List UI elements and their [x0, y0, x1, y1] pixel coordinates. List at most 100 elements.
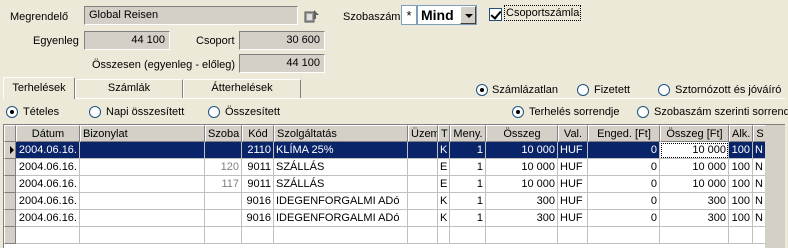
- cell-meny[interactable]: 1: [450, 176, 486, 193]
- cell-alk[interactable]: 100: [729, 142, 753, 159]
- cell-osszeg-ft[interactable]: 10 000: [660, 176, 729, 193]
- cell-val[interactable]: HUF: [558, 159, 588, 176]
- table-row[interactable]: 2004.06.16. 2110 KLÍMA 25% K 1 10 000 HUF 0 10 0…: [4, 142, 785, 159]
- cell-datum[interactable]: 2004.06.16.: [16, 142, 80, 159]
- col-bizonylat[interactable]: Bizonylat: [80, 125, 205, 142]
- cell-enged[interactable]: 0: [588, 142, 660, 159]
- cell-val[interactable]: [558, 227, 588, 244]
- row-indicator[interactable]: [4, 176, 16, 193]
- col-osszeg-ft[interactable]: Összeg [Ft]: [660, 125, 729, 142]
- radio-osszesitett-label[interactable]: Összesített: [225, 105, 280, 119]
- cell-enged[interactable]: 0: [588, 193, 660, 210]
- cell-szolgaltatas[interactable]: IDEGENFORGALMI ADó: [274, 193, 408, 210]
- cell-datum[interactable]: 2004.06.16.: [16, 193, 80, 210]
- radio-szobaszam-sorrend-label[interactable]: Szobaszám szerinti sorrend: [654, 105, 788, 119]
- cell-szolgaltatas[interactable]: [274, 227, 408, 244]
- radio-sztornozott-label[interactable]: Sztornózott és jóváíró: [675, 83, 781, 97]
- radio-teteles[interactable]: [6, 106, 18, 118]
- col-val[interactable]: Val.: [558, 125, 588, 142]
- col-t[interactable]: T: [438, 125, 450, 142]
- szobaszam-select[interactable]: Mind: [417, 5, 477, 25]
- cell-enged[interactable]: 0: [588, 159, 660, 176]
- col-enged[interactable]: Enged. [Ft]: [588, 125, 660, 142]
- radio-terheles-sorrendje-label[interactable]: Terhelés sorrendje: [529, 105, 620, 119]
- cell-alk[interactable]: 100: [729, 176, 753, 193]
- radio-napi-osszesitett-label[interactable]: Napi összesített: [106, 105, 184, 119]
- cell-szoba[interactable]: [205, 210, 242, 227]
- row-indicator[interactable]: [4, 159, 16, 176]
- cell-enged[interactable]: 0: [588, 210, 660, 227]
- cell-kod[interactable]: 2110: [242, 142, 274, 159]
- row-indicator[interactable]: [4, 142, 16, 159]
- radio-napi-osszesitett[interactable]: [89, 106, 101, 118]
- cell-szolgaltatas[interactable]: SZÁLLÁS: [274, 176, 408, 193]
- cell-kod[interactable]: 9016: [242, 193, 274, 210]
- tab-atterhelesek[interactable]: Átterhelések: [183, 79, 301, 98]
- col-osszeg[interactable]: Összeg: [486, 125, 558, 142]
- partner-picker-icon[interactable]: [303, 7, 321, 25]
- cell-szolgaltatas[interactable]: IDEGENFORGALMI ADó: [274, 210, 408, 227]
- cell-t[interactable]: E: [438, 176, 450, 193]
- cell-kod[interactable]: [242, 227, 274, 244]
- radio-osszesitett[interactable]: [208, 106, 220, 118]
- cell-bizonylat[interactable]: [80, 176, 205, 193]
- cell-t[interactable]: K: [438, 193, 450, 210]
- table-row[interactable]: [4, 227, 785, 244]
- table-row[interactable]: 2004.06.16. 120 9011 SZÁLLÁS E 1 10 000 HUF 0 10 …: [4, 159, 785, 176]
- tab-terhelesek[interactable]: Terhelések: [3, 77, 75, 99]
- cell-meny[interactable]: [450, 227, 486, 244]
- cell-t[interactable]: [438, 227, 450, 244]
- cell-meny[interactable]: 1: [450, 159, 486, 176]
- cell-kod[interactable]: 9011: [242, 176, 274, 193]
- cell-val[interactable]: HUF: [558, 142, 588, 159]
- cell-osszeg-ft[interactable]: 10 000: [660, 142, 729, 159]
- charges-grid[interactable]: Dátum Bizonylat Szoba Kód Szolgáltatás Ü…: [3, 124, 785, 248]
- cell-szolgaltatas[interactable]: KLÍMA 25%: [274, 142, 408, 159]
- csoportszamla-label[interactable]: Csoportszámla: [503, 5, 582, 21]
- cell-szoba[interactable]: [205, 227, 242, 244]
- cell-osszeg[interactable]: 10 000: [486, 176, 558, 193]
- cell-bizonylat[interactable]: [80, 142, 205, 159]
- cell-alk[interactable]: 100: [729, 193, 753, 210]
- cell-szoba[interactable]: 117: [205, 176, 242, 193]
- cell-szoba[interactable]: 120: [205, 159, 242, 176]
- cell-val[interactable]: HUF: [558, 193, 588, 210]
- radio-szobaszam-sorrend[interactable]: [637, 106, 649, 118]
- cell-datum[interactable]: 2004.06.16.: [16, 176, 80, 193]
- cell-t[interactable]: K: [438, 210, 450, 227]
- cell-szoba[interactable]: [205, 193, 242, 210]
- szobaszam-star[interactable]: *: [401, 5, 417, 25]
- cell-uzem[interactable]: [408, 142, 438, 159]
- cell-osszeg[interactable]: [486, 227, 558, 244]
- csoportszamla-checkbox[interactable]: [489, 8, 502, 21]
- cell-uzem[interactable]: [408, 227, 438, 244]
- cell-val[interactable]: HUF: [558, 176, 588, 193]
- table-row[interactable]: 2004.06.16. 9016 IDEGENFORGALMI ADó K 1 300 HU…: [4, 193, 785, 210]
- radio-teteles-label[interactable]: Tételes: [23, 105, 59, 119]
- cell-bizonylat[interactable]: [80, 210, 205, 227]
- row-indicator[interactable]: [4, 210, 16, 227]
- cell-bizonylat[interactable]: [80, 227, 205, 244]
- radio-fizetett[interactable]: [577, 84, 589, 96]
- cell-datum[interactable]: 2004.06.16.: [16, 210, 80, 227]
- cell-meny[interactable]: 1: [450, 193, 486, 210]
- col-datum[interactable]: Dátum: [16, 125, 80, 142]
- cell-szolgaltatas[interactable]: SZÁLLÁS: [274, 159, 408, 176]
- cell-val[interactable]: HUF: [558, 210, 588, 227]
- cell-kod[interactable]: 9011: [242, 159, 274, 176]
- cell-t[interactable]: K: [438, 142, 450, 159]
- table-row[interactable]: 2004.06.16. 9016 IDEGENFORGALMI ADó K 1 300 HU…: [4, 210, 785, 227]
- cell-osszeg-ft[interactable]: 10 000: [660, 159, 729, 176]
- row-indicator[interactable]: [4, 227, 16, 244]
- megrendelo-field[interactable]: Global Reisen: [84, 6, 298, 25]
- cell-alk[interactable]: 100: [729, 159, 753, 176]
- radio-fizetett-label[interactable]: Fizetett: [594, 83, 630, 97]
- cell-bizonylat[interactable]: [80, 193, 205, 210]
- cell-datum[interactable]: 2004.06.16.: [16, 159, 80, 176]
- cell-szoba[interactable]: [205, 142, 242, 159]
- chevron-down-icon[interactable]: [460, 6, 476, 24]
- col-szoba[interactable]: Szoba: [205, 125, 242, 142]
- cell-osszeg[interactable]: 10 000: [486, 142, 558, 159]
- col-meny[interactable]: Meny.: [450, 125, 486, 142]
- cell-osszeg-ft[interactable]: 300: [660, 210, 729, 227]
